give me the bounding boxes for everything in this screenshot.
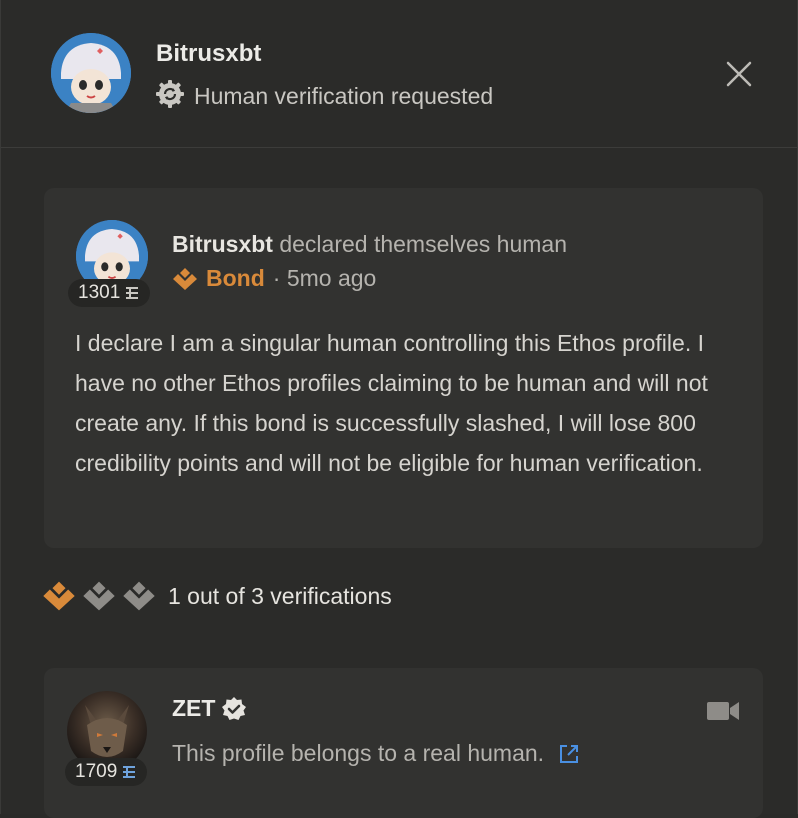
bond-label[interactable]: Bond [206,265,265,292]
declaration-title: Bitrusxbt declared themselves human [172,231,567,258]
declaration-text: I declare I am a singular human controll… [75,330,708,476]
verifications-progress: 1 out of 3 verifications [42,580,392,612]
credibility-score-badge: 1709 [65,758,148,786]
verifications-count: 1 out of 3 verifications [168,582,392,609]
score-value: 1709 [75,761,118,782]
ethos-score-icon [126,287,139,299]
close-button[interactable] [723,58,755,90]
verifier-name-row: ZET [172,695,247,722]
declarer-name[interactable]: Bitrusxbt [172,231,273,257]
profile-name[interactable]: Bitrusxbt [156,40,261,68]
gear-badge-icon [156,80,184,113]
ethos-score-icon [123,766,136,778]
video-camera-icon [707,702,739,720]
bond-icon-pending [83,581,115,611]
timestamp: · 5mo ago [272,265,377,291]
verifier-message: This profile belongs to a real human. [172,740,545,766]
bond-icon-verified [43,581,75,611]
external-link-icon[interactable] [558,743,580,765]
video-call-button[interactable] [707,700,739,727]
avatar[interactable] [51,33,131,113]
declaration-action: declared themselves human [279,231,568,257]
verification-panel: Bitrusxbt Human verification requested 1… [0,0,798,818]
status-label: Human verification requested [194,83,494,109]
panel-header: Bitrusxbt Human verification requested [1,0,797,148]
declaration-meta: Bond · 5mo ago [172,265,376,292]
score-value: 1301 [78,282,121,303]
close-icon [726,61,752,87]
verifier-card: 1709 ZET This profile belongs to a real … [44,668,763,818]
verified-badge-icon [222,696,247,720]
verifier-name[interactable]: ZET [172,695,215,722]
bond-icon [173,267,197,290]
credibility-score-badge: 1301 [68,279,151,307]
declaration-card: 1301 Bitrusxbt declared themselves human… [44,188,763,548]
verification-status: Human verification requested [156,80,493,113]
verifier-message-row: This profile belongs to a real human. [172,740,580,767]
bond-icon-pending [123,581,155,611]
